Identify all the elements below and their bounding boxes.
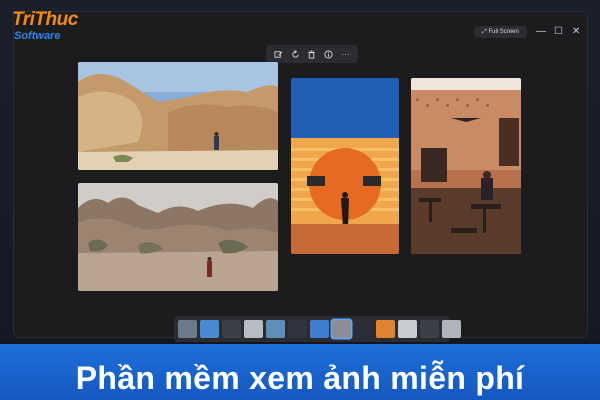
minimize-icon: — bbox=[536, 26, 546, 37]
more-glyph: ··· bbox=[341, 49, 350, 59]
thumbnail[interactable] bbox=[288, 320, 307, 338]
thumbnail[interactable] bbox=[376, 320, 395, 338]
thumbnail-selected[interactable] bbox=[332, 320, 351, 338]
close-button[interactable]: ✕ bbox=[572, 26, 580, 37]
photo-orange-sun-mural[interactable] bbox=[291, 78, 399, 254]
photo-desert-rock-hiker[interactable] bbox=[78, 62, 278, 170]
image-toolbar: ··· bbox=[266, 45, 358, 63]
thumbnail[interactable] bbox=[420, 320, 439, 338]
minimize-button[interactable]: — bbox=[536, 26, 546, 37]
trithuc-logo: TriThuc Software bbox=[12, 10, 92, 44]
maximize-button[interactable]: ☐ bbox=[554, 26, 563, 37]
rotate-icon[interactable] bbox=[289, 48, 301, 60]
thumbnail[interactable] bbox=[398, 320, 417, 338]
edit-icon[interactable] bbox=[272, 48, 284, 60]
thumbnail-strip bbox=[174, 316, 461, 342]
thumbnail[interactable] bbox=[354, 320, 373, 338]
close-icon: ✕ bbox=[572, 26, 581, 37]
more-icon[interactable]: ··· bbox=[340, 48, 352, 60]
thumbnail[interactable] bbox=[442, 320, 461, 338]
thumbnail[interactable] bbox=[244, 320, 263, 338]
delete-icon[interactable] bbox=[306, 48, 318, 60]
photo-viewer-window: ⤢ Full Screen — ☐ ✕ ··· bbox=[14, 12, 587, 342]
caption-title: Phần mềm xem ảnh miễn phí bbox=[75, 360, 525, 396]
fullscreen-button[interactable]: ⤢ Full Screen bbox=[474, 26, 527, 38]
fullscreen-label: Full Screen bbox=[488, 29, 519, 35]
thumbnail[interactable] bbox=[310, 320, 329, 338]
thumbnail[interactable] bbox=[222, 320, 241, 338]
maximize-icon: ☐ bbox=[554, 26, 563, 37]
photo-cafe-interior[interactable] bbox=[411, 78, 521, 254]
thumbnail[interactable] bbox=[266, 320, 285, 338]
logo-text-secondary: Software bbox=[14, 30, 61, 42]
thumbnail[interactable] bbox=[178, 320, 197, 338]
photo-desert-boulders-hiker[interactable] bbox=[78, 183, 278, 291]
logo-text-primary: TriThuc bbox=[12, 9, 78, 30]
info-icon[interactable] bbox=[323, 48, 335, 60]
thumbnail[interactable] bbox=[200, 320, 219, 338]
